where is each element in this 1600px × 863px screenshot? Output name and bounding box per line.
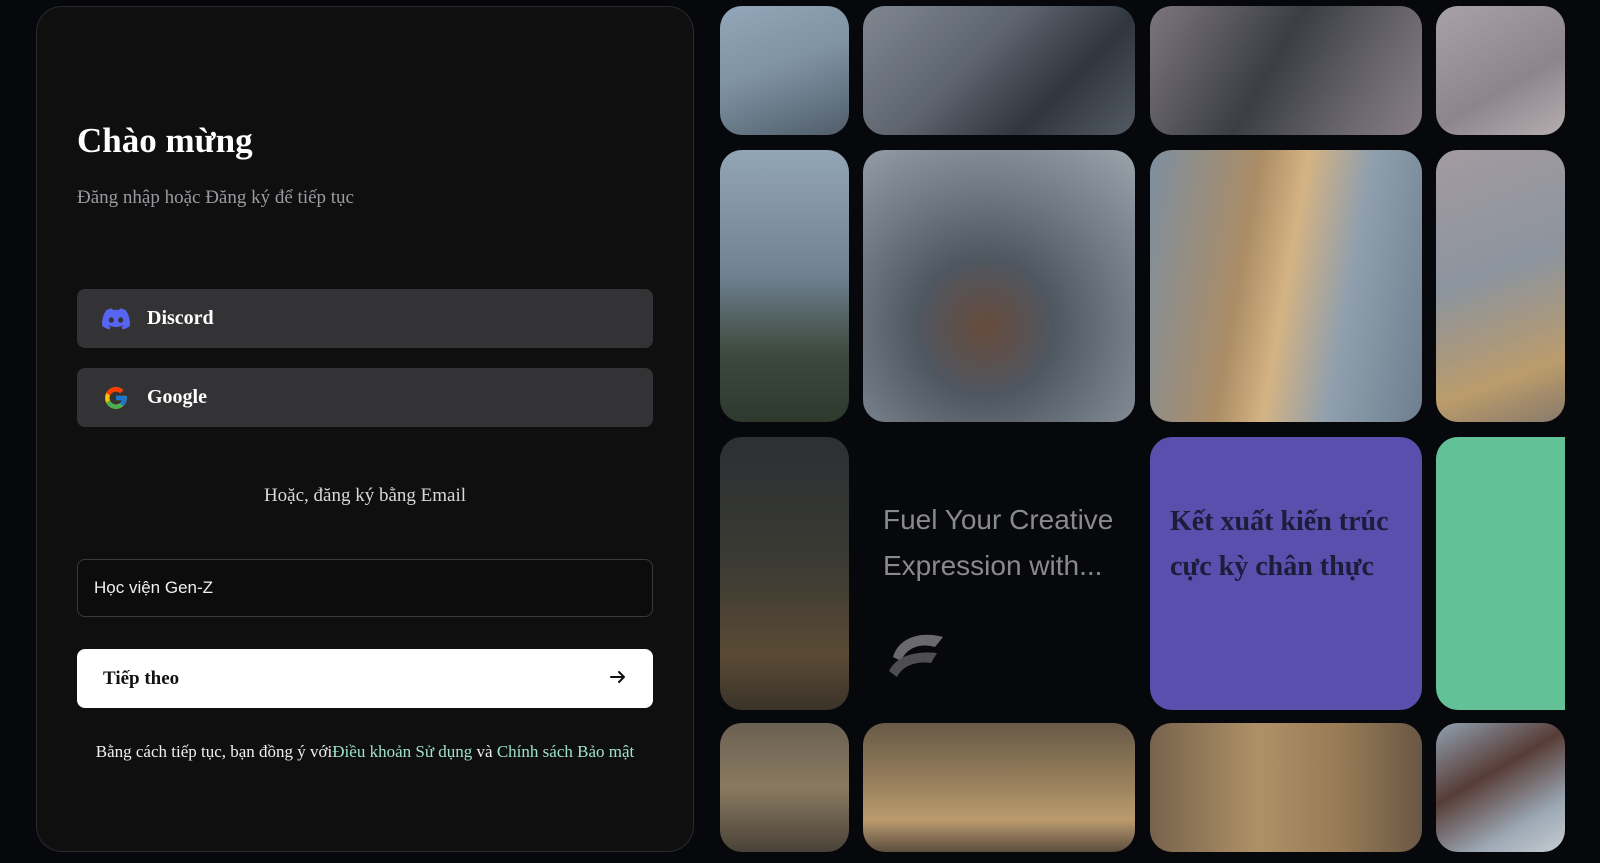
purple-feature-card: Kết xuất kiến trúc cực kỳ chân thực xyxy=(1150,437,1422,710)
terms-of-use-link[interactable]: Điều khoản Sử dụng xyxy=(332,742,472,761)
arrow-right-icon xyxy=(609,668,627,689)
gallery-image xyxy=(720,150,849,422)
gallery-image xyxy=(1150,150,1422,422)
gallery-image xyxy=(863,723,1135,852)
gallery-image xyxy=(720,6,849,135)
gallery-image xyxy=(720,437,849,710)
brand-logo-icon xyxy=(885,627,949,684)
gallery-image xyxy=(1150,6,1422,135)
gallery-image xyxy=(1436,150,1565,422)
promo-text: Fuel Your Creative Expression with... xyxy=(883,504,1114,581)
terms-text: Bằng cách tiếp tục, bạn đồng ý vớiĐiều k… xyxy=(77,742,653,762)
green-feature-card xyxy=(1436,437,1565,710)
terms-prefix: Bằng cách tiếp tục, bạn đồng ý với xyxy=(95,742,333,761)
promo-card: Fuel Your Creative Expression with... xyxy=(863,437,1135,710)
name-input[interactable] xyxy=(77,559,653,617)
gallery-image xyxy=(1436,723,1565,852)
terms-and: và xyxy=(472,742,497,761)
gallery-image xyxy=(1150,723,1422,852)
next-button[interactable]: Tiếp theo xyxy=(77,649,653,708)
email-divider-text: Hoặc, đăng ký bằng Email xyxy=(263,485,467,506)
login-panel: Chào mừng Đăng nhập hoặc Đăng ký để tiếp… xyxy=(36,6,694,852)
discord-icon xyxy=(101,304,131,334)
page-subtitle: Đăng nhập hoặc Đăng ký để tiếp tục xyxy=(77,187,354,208)
google-button-label: Google xyxy=(147,386,207,408)
feature-caption: Kết xuất kiến trúc cực kỳ chân thực xyxy=(1170,506,1389,582)
next-button-label: Tiếp theo xyxy=(103,667,180,689)
gallery-image xyxy=(1436,6,1565,135)
gallery-image xyxy=(863,6,1135,135)
page-title: Chào mừng xyxy=(77,121,253,160)
google-icon xyxy=(101,383,131,413)
discord-button[interactable]: Discord xyxy=(77,289,653,348)
google-button[interactable]: Google xyxy=(77,368,653,427)
discord-button-label: Discord xyxy=(147,307,214,329)
gallery-image xyxy=(863,150,1135,422)
privacy-policy-link[interactable]: Chính sách Bảo mật xyxy=(497,742,634,761)
gallery-image xyxy=(720,723,849,852)
